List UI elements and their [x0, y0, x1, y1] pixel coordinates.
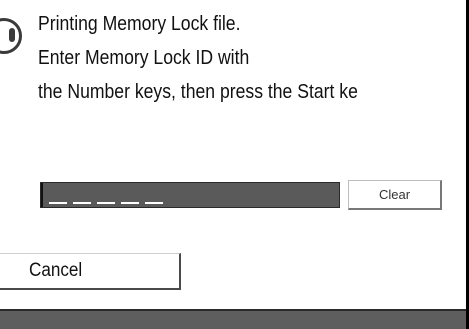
clear-button[interactable]: Clear [348, 180, 442, 210]
id-digit-slot [49, 202, 67, 204]
message-line-2: Enter Memory Lock ID with [38, 47, 250, 69]
id-digit-slot [97, 202, 115, 204]
cancel-button-label: Cancel [29, 260, 83, 281]
status-bar [0, 309, 469, 329]
info-icon [0, 18, 22, 54]
id-digit-slot [73, 202, 91, 204]
memory-lock-id-field[interactable] [40, 182, 340, 208]
id-digit-slot [145, 202, 163, 204]
message-line-1: Printing Memory Lock file. [38, 13, 241, 35]
id-digit-slot [121, 202, 139, 204]
message-line-3: the Number keys, then press the Start ke [38, 81, 358, 103]
memory-lock-dialog: Printing Memory Lock file. Enter Memory … [0, 0, 469, 329]
cancel-button[interactable]: Cancel [0, 253, 181, 290]
